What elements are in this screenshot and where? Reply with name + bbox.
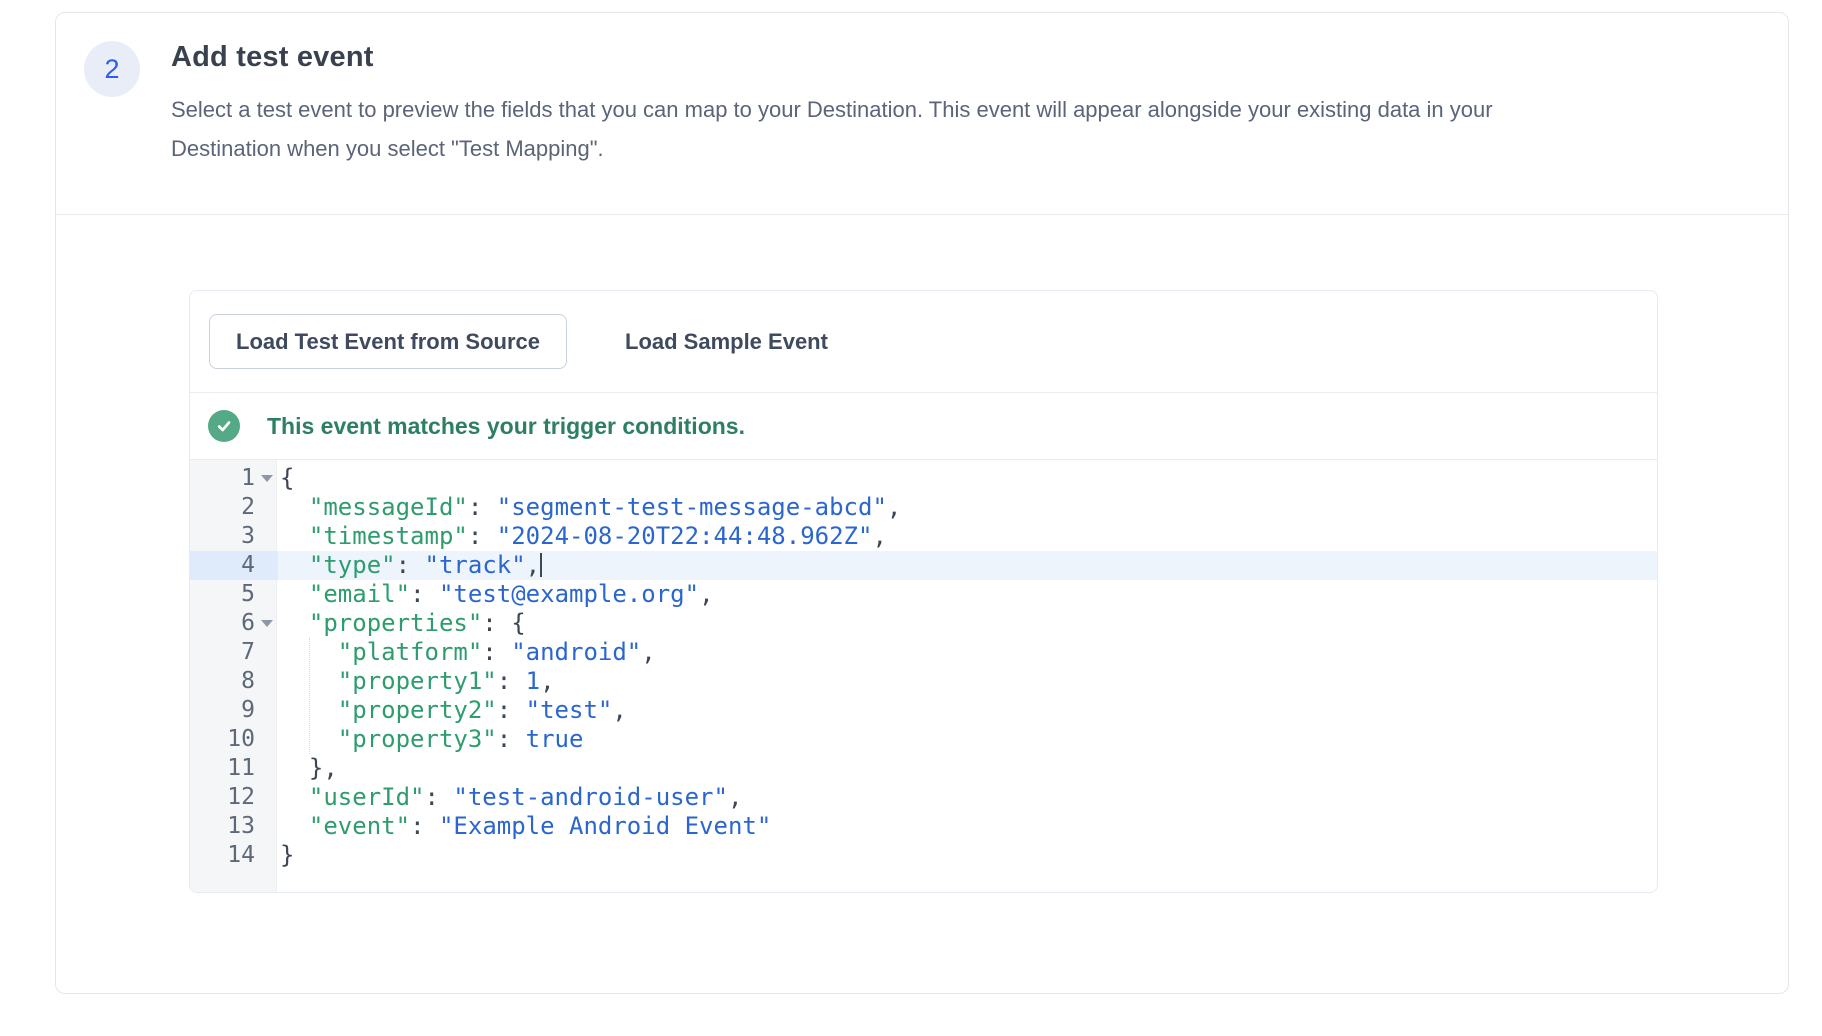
- line-number: 1: [190, 464, 255, 493]
- line-number: 9: [190, 696, 255, 725]
- line-number: 11: [190, 754, 255, 783]
- panel-description-line1: Select a test event to preview the field…: [171, 90, 1732, 129]
- code-text: "event": "Example Android Event": [278, 812, 771, 841]
- line-number: 10: [190, 725, 255, 754]
- code-line[interactable]: 6 "properties": {: [190, 609, 1657, 638]
- line-gutter-cell: 6: [190, 609, 278, 638]
- line-number: 8: [190, 667, 255, 696]
- line-gutter-cell: 2: [190, 493, 278, 522]
- code-line[interactable]: 1{: [190, 464, 1657, 493]
- event-toolbar: Load Test Event from Source Load Sample …: [190, 291, 1657, 393]
- fold-spacer: [255, 493, 278, 522]
- header-divider: [56, 214, 1788, 215]
- line-number: 5: [190, 580, 255, 609]
- fold-arrow-icon[interactable]: [255, 609, 278, 638]
- status-message: This event matches your trigger conditio…: [267, 413, 745, 440]
- line-gutter-cell: 11: [190, 754, 278, 783]
- json-editor[interactable]: 1{2 "messageId": "segment-test-message-a…: [190, 460, 1657, 892]
- panel-description-line2: Destination when you select "Test Mappin…: [171, 129, 1732, 168]
- fold-spacer: [255, 841, 278, 870]
- fold-arrow-icon[interactable]: [255, 464, 278, 493]
- code-line[interactable]: 8 "property1": 1,: [190, 667, 1657, 696]
- panel-header: Add test event Select a test event to pr…: [56, 13, 1788, 168]
- line-gutter-cell: 3: [190, 522, 278, 551]
- line-number: 13: [190, 812, 255, 841]
- line-number: 3: [190, 522, 255, 551]
- code-text: "userId": "test-android-user",: [278, 783, 742, 812]
- code-line[interactable]: 10 "property3": true: [190, 725, 1657, 754]
- fold-spacer: [255, 783, 278, 812]
- code-text: "platform": "android",: [278, 638, 656, 667]
- line-number: 7: [190, 638, 255, 667]
- code-text: {: [278, 464, 294, 493]
- fold-spacer: [255, 522, 278, 551]
- line-gutter-cell: 9: [190, 696, 278, 725]
- check-icon: [208, 410, 240, 442]
- code-line[interactable]: 7 "platform": "android",: [190, 638, 1657, 667]
- test-event-card: Load Test Event from Source Load Sample …: [189, 290, 1658, 893]
- code-text: "property1": 1,: [278, 667, 555, 696]
- code-text: "email": "test@example.org",: [278, 580, 714, 609]
- code-text: "type": "track",: [278, 551, 542, 580]
- line-gutter-cell: 1: [190, 464, 278, 493]
- load-sample-event-label: Load Sample Event: [625, 329, 828, 354]
- fold-spacer: [255, 696, 278, 725]
- fold-spacer: [255, 551, 278, 580]
- fold-spacer: [255, 812, 278, 841]
- line-gutter-cell: 13: [190, 812, 278, 841]
- fold-spacer: [255, 667, 278, 696]
- line-gutter-cell: 14: [190, 841, 278, 870]
- code-line[interactable]: 4 "type": "track",: [190, 551, 1657, 580]
- fold-spacer: [255, 580, 278, 609]
- code-line[interactable]: 2 "messageId": "segment-test-message-abc…: [190, 493, 1657, 522]
- load-test-event-button[interactable]: Load Test Event from Source: [209, 314, 567, 369]
- load-sample-event-button[interactable]: Load Sample Event: [625, 329, 828, 355]
- code-line[interactable]: 3 "timestamp": "2024-08-20T22:44:48.962Z…: [190, 522, 1657, 551]
- fold-spacer: [255, 725, 278, 754]
- line-number: 2: [190, 493, 255, 522]
- code-lines: 1{2 "messageId": "segment-test-message-a…: [190, 464, 1657, 870]
- text-cursor: [540, 553, 542, 577]
- code-text: },: [278, 754, 338, 783]
- page-title: Add test event: [171, 41, 1732, 74]
- code-text: "timestamp": "2024-08-20T22:44:48.962Z",: [278, 522, 887, 551]
- line-number: 14: [190, 841, 255, 870]
- line-gutter-cell: 12: [190, 783, 278, 812]
- code-text: }: [278, 841, 294, 870]
- code-text: "property3": true: [278, 725, 583, 754]
- line-gutter-cell: 8: [190, 667, 278, 696]
- add-test-event-panel: 2 Add test event Select a test event to …: [55, 12, 1789, 994]
- load-test-event-label: Load Test Event from Source: [236, 329, 540, 355]
- line-number: 6: [190, 609, 255, 638]
- line-gutter-cell: 5: [190, 580, 278, 609]
- code-line[interactable]: 5 "email": "test@example.org",: [190, 580, 1657, 609]
- line-gutter-cell: 7: [190, 638, 278, 667]
- line-gutter-cell: 4: [190, 551, 278, 580]
- code-line[interactable]: 13 "event": "Example Android Event": [190, 812, 1657, 841]
- panel-description: Select a test event to preview the field…: [171, 90, 1732, 168]
- code-line[interactable]: 14}: [190, 841, 1657, 870]
- code-text: "messageId": "segment-test-message-abcd"…: [278, 493, 901, 522]
- line-gutter-cell: 10: [190, 725, 278, 754]
- code-line[interactable]: 11 },: [190, 754, 1657, 783]
- line-number: 12: [190, 783, 255, 812]
- code-text: "property2": "test",: [278, 696, 627, 725]
- code-line[interactable]: 12 "userId": "test-android-user",: [190, 783, 1657, 812]
- trigger-match-status: This event matches your trigger conditio…: [190, 393, 1657, 460]
- code-line[interactable]: 9 "property2": "test",: [190, 696, 1657, 725]
- line-number: 4: [190, 551, 255, 580]
- code-text: "properties": {: [278, 609, 526, 638]
- fold-spacer: [255, 638, 278, 667]
- fold-spacer: [255, 754, 278, 783]
